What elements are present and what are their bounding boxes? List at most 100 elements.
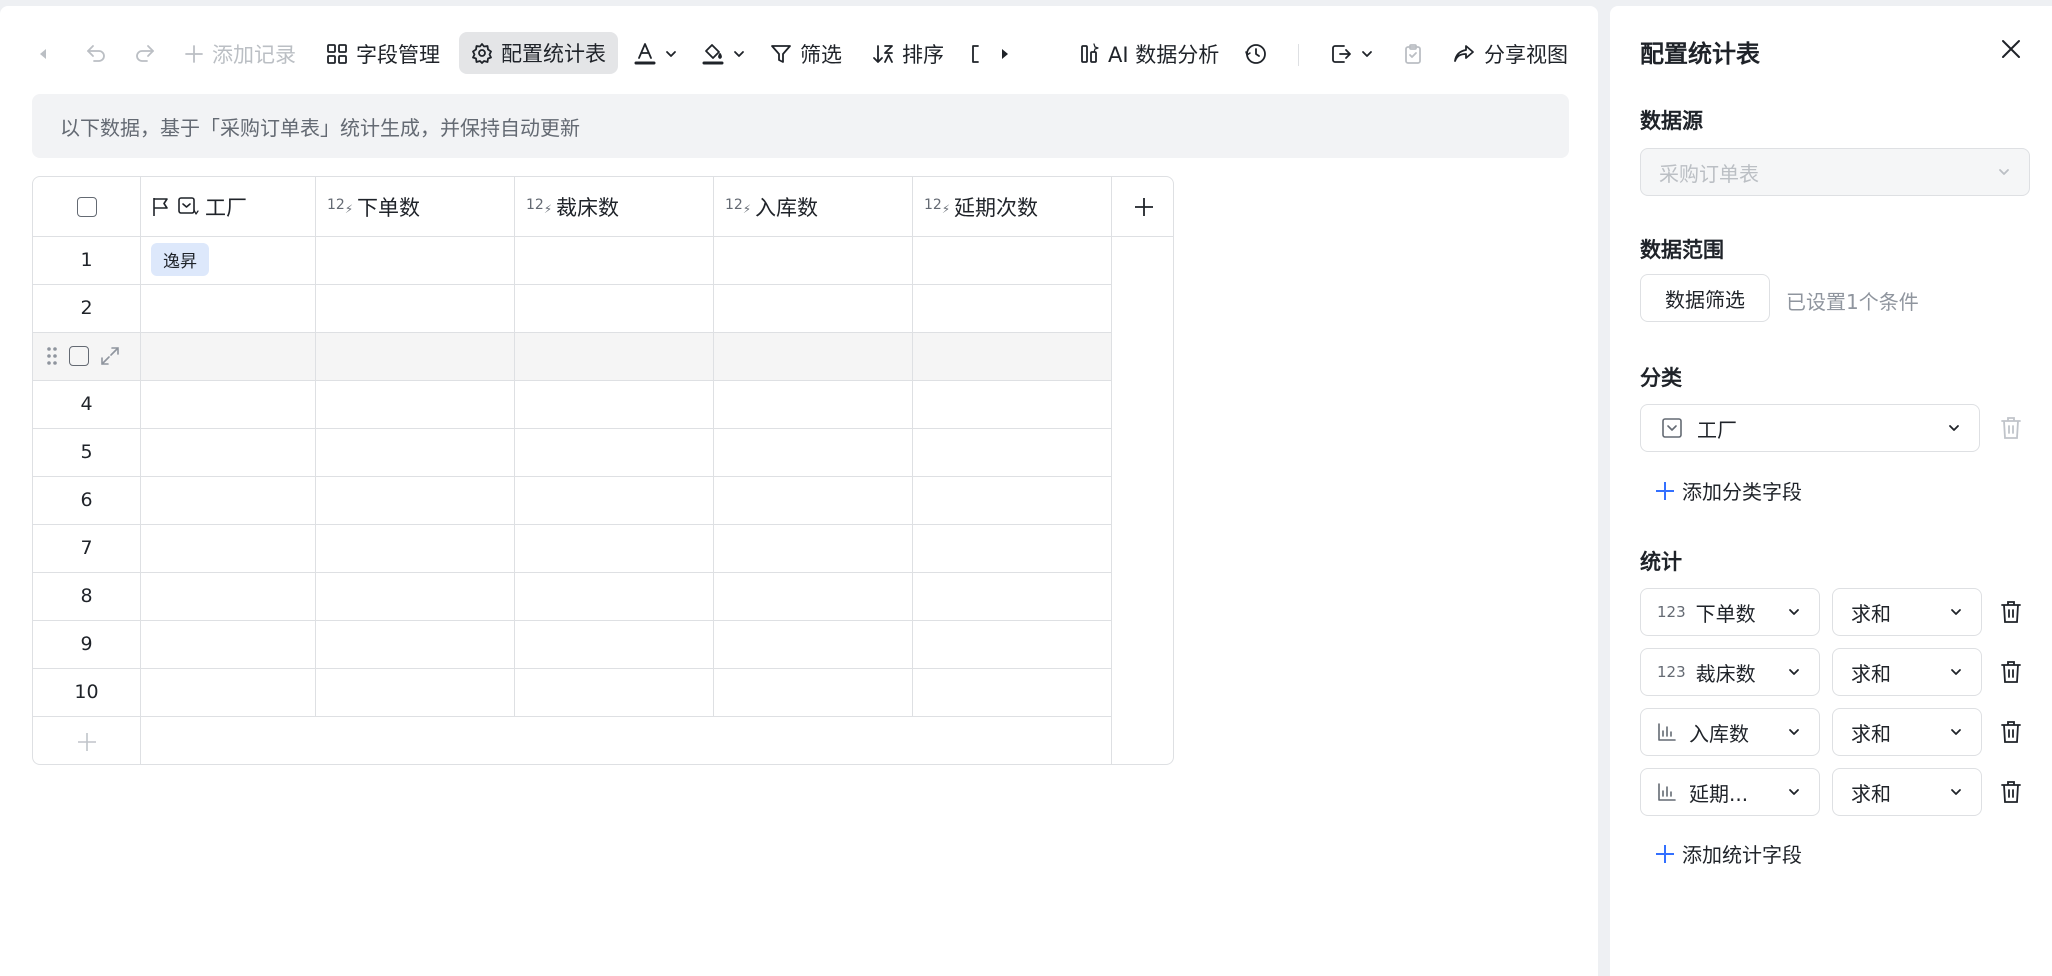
row-number: 10 xyxy=(74,681,99,703)
toolbar-divider xyxy=(1298,44,1299,66)
row-checkbox[interactable] xyxy=(69,346,89,366)
plus-icon xyxy=(1134,197,1153,216)
data-filter-label: 数据筛选 xyxy=(1665,287,1745,312)
scroll-left-icon[interactable] xyxy=(36,36,50,72)
banner-text: 以下数据，基于「采购订单表」统计生成，并保持自动更新 xyxy=(60,115,580,140)
expand-icon[interactable] xyxy=(99,345,121,367)
sort-button[interactable]: 排序 xyxy=(872,36,944,72)
data-filter-button[interactable]: 数据筛选 xyxy=(1640,274,1770,322)
row-number: 4 xyxy=(80,393,93,415)
share-view-label: 分享视图 xyxy=(1484,43,1568,67)
trash-icon[interactable] xyxy=(1998,415,2024,441)
trash-icon[interactable] xyxy=(1998,659,2024,685)
number-formula-icon: 12⚡ xyxy=(924,197,951,216)
filter-label: 筛选 xyxy=(800,43,842,67)
filter-button[interactable]: 筛选 xyxy=(770,36,842,72)
column-header-order-count[interactable]: 12⚡ 下单数 xyxy=(327,177,420,236)
row-number: 8 xyxy=(80,585,93,607)
category-field-select[interactable]: 工厂 xyxy=(1640,404,1980,452)
trash-icon[interactable] xyxy=(1998,599,2024,625)
stat-agg-select[interactable]: 求和 xyxy=(1832,768,1982,816)
number-formula-icon: 12⚡ xyxy=(725,197,752,216)
plus-icon xyxy=(1656,844,1674,863)
hovered-row-background xyxy=(33,333,1111,381)
column-header-warehouse-count[interactable]: 12⚡ 入库数 xyxy=(725,177,818,236)
add-column-button[interactable] xyxy=(1112,177,1173,236)
stat-field-value: 裁床数 xyxy=(1695,661,1756,686)
add-stat-button[interactable]: 添加统计字段 xyxy=(1654,839,1802,868)
undo-icon[interactable] xyxy=(84,36,108,72)
category-field-value: 工厂 xyxy=(1697,417,1737,442)
text-color-button[interactable] xyxy=(634,36,678,72)
clipboard-icon[interactable] xyxy=(1402,36,1424,72)
chevron-down-icon xyxy=(734,51,744,57)
funnel-icon xyxy=(771,45,791,63)
history-icon[interactable] xyxy=(1244,36,1268,72)
redo-icon[interactable] xyxy=(133,36,157,72)
stat-field-value: 下单数 xyxy=(1695,601,1756,626)
stat-agg-select[interactable]: 求和 xyxy=(1832,588,1982,636)
category-label: 分类 xyxy=(1640,366,1682,390)
trash-icon[interactable] xyxy=(1998,719,2024,745)
factory-tag[interactable]: 逸昇 xyxy=(151,243,209,276)
share-view-button[interactable]: 分享视图 xyxy=(1452,36,1568,72)
config-stats-button[interactable]: 配置统计表 xyxy=(459,32,618,74)
scroll-right-icon[interactable] xyxy=(998,36,1012,72)
column-label: 入库数 xyxy=(755,195,819,220)
close-icon[interactable] xyxy=(1998,36,2024,66)
stat-field-select[interactable]: 入库数 xyxy=(1640,708,1820,756)
number-icon: 123 xyxy=(1657,603,1686,621)
row-hover-controls xyxy=(45,345,121,367)
ai-analysis-button[interactable]: AI 数据分析 xyxy=(1080,36,1219,72)
stat-agg-value: 求和 xyxy=(1851,661,1891,686)
add-row-button[interactable] xyxy=(33,717,140,764)
number-formula-icon: 12⚡ xyxy=(526,197,553,216)
column-label: 延期次数 xyxy=(954,195,1039,220)
flag-icon xyxy=(153,197,168,216)
trash-icon[interactable] xyxy=(1998,779,2024,805)
data-grid: 工厂 12⚡ 下单数 12⚡ 裁床数 12⚡ 入库数 12⚡ 延期次数 1 逸昇… xyxy=(32,176,1174,765)
chevron-down-icon xyxy=(666,51,676,57)
add-record-button[interactable]: 添加记录 xyxy=(184,36,296,72)
column-header-cutting-count[interactable]: 12⚡ 裁床数 xyxy=(526,177,619,236)
field-manage-button[interactable]: 字段管理 xyxy=(326,36,440,72)
chevron-down-icon xyxy=(1951,789,1961,795)
column-header-delay-count[interactable]: 12⚡ 延期次数 xyxy=(924,177,1038,236)
drag-handle-icon[interactable] xyxy=(45,345,59,367)
ai-chart-icon xyxy=(1081,43,1099,63)
column-label: 下单数 xyxy=(357,195,421,220)
add-category-button[interactable]: 添加分类字段 xyxy=(1654,476,1802,505)
overflow-toolbar-icon[interactable] xyxy=(970,36,980,72)
source-select: 采购订单表 xyxy=(1640,148,2030,196)
select-all-checkbox[interactable] xyxy=(33,177,140,236)
fill-color-button[interactable] xyxy=(702,36,746,72)
stat-agg-select[interactable]: 求和 xyxy=(1832,708,1982,756)
stat-field-select[interactable]: 123 裁床数 xyxy=(1640,648,1820,696)
row-number: 6 xyxy=(80,489,93,511)
row-number: 2 xyxy=(80,297,93,319)
column-header-factory[interactable]: 工厂 xyxy=(151,177,247,236)
plus-icon xyxy=(1656,481,1674,500)
single-select-icon xyxy=(1662,418,1682,438)
grid-icon xyxy=(327,44,347,64)
chevron-down-icon xyxy=(1789,669,1799,675)
number-formula-icon: 12⚡ xyxy=(327,197,354,216)
main-area: 添加记录 字段管理 配置统计表 筛选 排序 AI 数据分析 分享视图 以下数据，… xyxy=(0,6,1598,976)
stat-field-select[interactable]: 延期... xyxy=(1640,768,1820,816)
chevron-down-icon xyxy=(1951,669,1961,675)
stat-agg-select[interactable]: 求和 xyxy=(1832,648,1982,696)
chevron-down-icon xyxy=(1789,609,1799,615)
export-button[interactable] xyxy=(1330,36,1374,72)
chevron-down-icon xyxy=(1951,729,1961,735)
config-panel: 配置统计表 数据源 采购订单表 数据范围 数据筛选 已设置1个条件 分类 工厂 … xyxy=(1610,6,2052,976)
bar-chart-icon xyxy=(1658,723,1676,741)
stat-field-select[interactable]: 123 下单数 xyxy=(1640,588,1820,636)
bar-chart-icon xyxy=(1658,783,1676,801)
stat-agg-value: 求和 xyxy=(1851,721,1891,746)
stat-field-value: 入库数 xyxy=(1689,721,1749,746)
row-number: 5 xyxy=(80,441,93,463)
field-manage-label: 字段管理 xyxy=(356,43,440,67)
stat-field-value: 延期... xyxy=(1689,781,1749,806)
sort-label: 排序 xyxy=(902,43,944,67)
add-record-label: 添加记录 xyxy=(212,43,296,67)
